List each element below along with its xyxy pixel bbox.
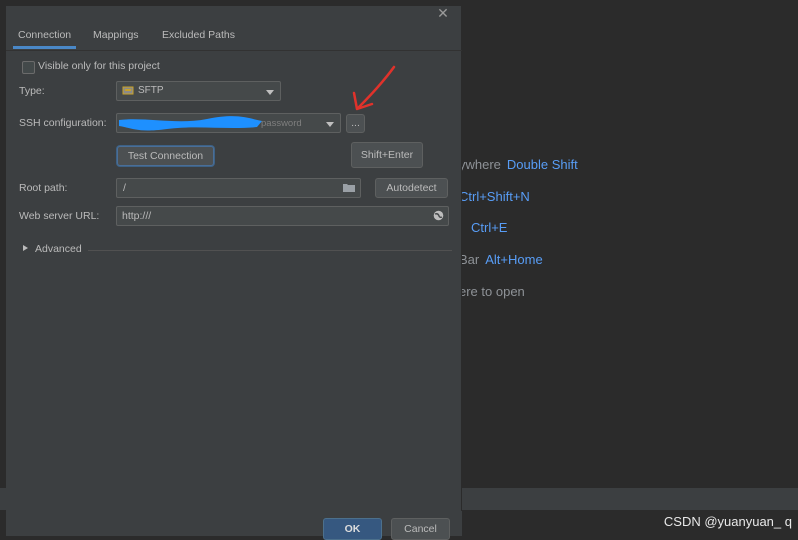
ssh-config-combo[interactable]: password [116,113,341,133]
cancel-button[interactable]: Cancel [391,518,450,540]
ssh-config-value: password [261,118,302,129]
web-url-field[interactable]: http:/// [116,206,449,226]
tab-connection[interactable]: Connection [13,24,77,49]
annotation-arrow [352,65,396,111]
type-label: Type: [19,85,45,97]
globe-icon[interactable] [433,210,444,224]
hint-recent-files: Ctrl+E [471,220,508,235]
visible-only-label: Visible only for this project [38,60,160,72]
autodetect-button[interactable]: Autodetect [375,178,448,198]
ssh-config-label: SSH configuration: [19,117,107,129]
close-icon[interactable]: ✕ [436,6,450,20]
hint-go-to-file: Ctrl+Shift+N [459,189,530,204]
type-value: SFTP [138,85,164,96]
root-path-field[interactable]: / [116,178,361,198]
shift-enter-tooltip: Shift+Enter [351,142,423,168]
hint-navigation-bar: Bar Alt+Home [459,252,543,267]
advanced-label[interactable]: Advanced [35,243,82,255]
ok-button[interactable]: OK [323,518,382,540]
chevron-down-icon [266,90,274,95]
watermark: CSDN @yuanyuan_ q [663,514,792,529]
tab-bar: Connection Mappings Excluded Paths [6,24,462,51]
chevron-down-icon [326,122,334,127]
root-path-value: / [123,182,126,194]
sftp-icon [122,86,134,96]
hint-drop-files: ere to open [459,284,525,299]
test-connection-button[interactable]: Test Connection [117,146,214,166]
visible-only-checkbox[interactable] [22,61,35,74]
deployment-dialog: ✕ Connection Mappings Excluded Paths Vis… [6,6,462,540]
tab-excluded-paths[interactable]: Excluded Paths [157,24,240,49]
hint-search-everywhere: ywhere Double Shift [459,157,578,172]
type-combo[interactable]: SFTP [116,81,281,101]
root-path-label: Root path: [19,182,68,194]
web-url-label: Web server URL: [19,210,100,222]
advanced-separator [88,250,452,251]
web-url-value: http:/// [122,210,152,222]
expand-arrow-icon[interactable] [23,245,28,251]
redaction-scribble [119,116,262,131]
ssh-browse-button[interactable]: ... [346,114,365,133]
tab-mappings[interactable]: Mappings [88,24,144,49]
folder-icon[interactable] [343,183,355,196]
